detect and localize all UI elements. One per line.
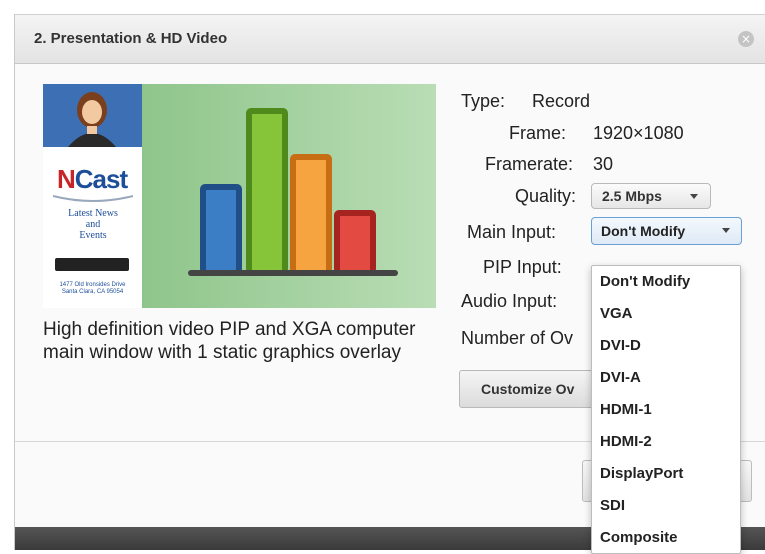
main-input-select[interactable]: Don't Modify bbox=[591, 217, 742, 245]
chevron-down-icon bbox=[690, 194, 698, 199]
frame-label: Frame: bbox=[509, 123, 567, 143]
preview-sidebar: NCast Latest News and Events 1477 Old Ir… bbox=[43, 84, 142, 308]
preset-dialog: 2. Presentation & HD Video × NCast Lates… bbox=[14, 14, 765, 554]
menu-item-dvi-d[interactable]: DVI-D bbox=[592, 330, 740, 362]
close-icon[interactable]: × bbox=[738, 31, 754, 47]
menu-item-vga[interactable]: VGA bbox=[592, 298, 740, 330]
type-value: Record bbox=[532, 91, 591, 111]
overlays-label: Number of Ov bbox=[461, 328, 574, 348]
pip-input-label: PIP Input: bbox=[483, 257, 562, 277]
menu-item-sdi[interactable]: SDI bbox=[592, 490, 740, 522]
chevron-down-icon bbox=[722, 228, 730, 233]
menu-item-displayport[interactable]: DisplayPort bbox=[592, 458, 740, 490]
main-input-dropdown-menu: Don't Modify VGA DVI-D DVI-A HDMI-1 HDMI… bbox=[591, 265, 741, 554]
presenter-frame bbox=[43, 84, 142, 147]
menu-item-dont-modify[interactable]: Don't Modify bbox=[592, 266, 740, 298]
audio-input-label: Audio Input: bbox=[461, 291, 558, 311]
main-input-label: Main Input: bbox=[467, 222, 557, 242]
preset-preview-image: NCast Latest News and Events 1477 Old Ir… bbox=[43, 84, 436, 308]
preview-chart-area bbox=[142, 84, 436, 308]
menu-item-composite[interactable]: Composite bbox=[592, 522, 740, 554]
framerate-label: Framerate: bbox=[485, 154, 574, 174]
menu-item-dvi-a[interactable]: DVI-A bbox=[592, 362, 740, 394]
dialog-titlebar: 2. Presentation & HD Video × bbox=[15, 14, 765, 64]
quality-value: 2.5 Mbps bbox=[602, 188, 662, 204]
preset-description: High definition video PIP and XGA comput… bbox=[43, 319, 416, 363]
framerate-value: 30 bbox=[593, 154, 614, 174]
quality-select[interactable]: 2.5 Mbps bbox=[591, 183, 711, 209]
dialog-title: 2. Presentation & HD Video bbox=[34, 30, 228, 47]
ncast-logo: NCast bbox=[57, 164, 128, 194]
type-label: Type: bbox=[461, 91, 506, 111]
news-text: Latest News and Events bbox=[68, 208, 118, 241]
quality-label: Quality: bbox=[515, 186, 577, 206]
frame-value: 1920×1080 bbox=[593, 123, 684, 143]
presenter-icon bbox=[68, 92, 116, 147]
bar-chart-graphic bbox=[188, 108, 398, 276]
main-input-value: Don't Modify bbox=[601, 223, 686, 239]
device-image bbox=[55, 258, 129, 271]
menu-item-hdmi-2[interactable]: HDMI-2 bbox=[592, 426, 740, 458]
logo-swoosh bbox=[52, 195, 134, 202]
menu-item-hdmi-1[interactable]: HDMI-1 bbox=[592, 394, 740, 426]
address-text: 1477 Old Ironsides Drive Santa Clara, CA… bbox=[59, 282, 126, 295]
